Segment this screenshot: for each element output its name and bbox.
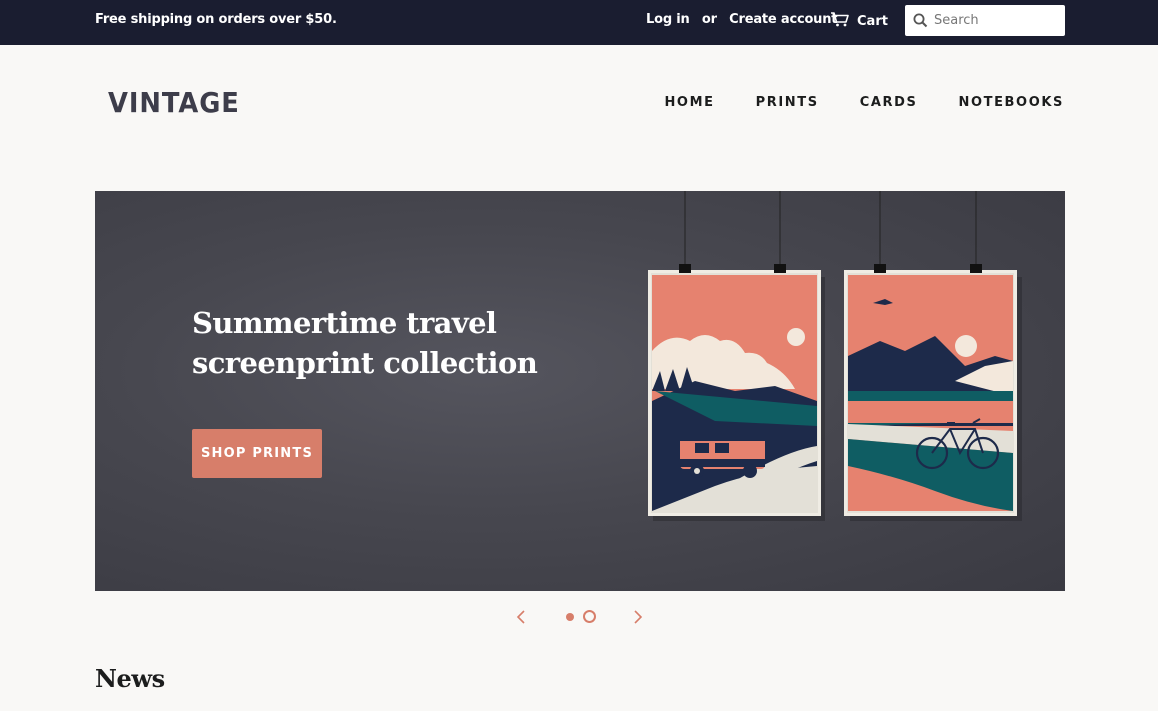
chevron-right-icon[interactable]	[631, 608, 645, 630]
search-input[interactable]	[934, 10, 1054, 31]
shipping-promo: Free shipping on orders over $50.	[95, 12, 337, 27]
hero-slide: Summertime travel screenprint collection…	[95, 191, 1065, 591]
slide-dot-1[interactable]	[566, 613, 574, 621]
search-icon[interactable]	[913, 13, 928, 28]
nav-prints[interactable]: PRINTS	[756, 95, 819, 110]
hero-headline: Summertime travel screenprint collection	[192, 306, 538, 380]
chevron-left-icon[interactable]	[514, 608, 528, 630]
main-nav: HOME PRINTS CARDS NOTEBOOKS	[664, 95, 1064, 110]
slide-dot-2[interactable]	[583, 610, 596, 623]
hanging-posters-image	[648, 191, 1022, 521]
cart-link[interactable]: Cart	[830, 11, 888, 31]
news-heading: News	[95, 664, 165, 693]
nav-cards[interactable]: CARDS	[860, 95, 918, 110]
site-logo[interactable]: VINTAGE	[108, 86, 240, 119]
slideshow-controls	[0, 605, 1158, 629]
account-links: Log in or Create account	[646, 12, 845, 27]
shop-prints-button[interactable]: SHOP PRINTS	[192, 429, 322, 478]
nav-home[interactable]: HOME	[664, 95, 714, 110]
create-account-link[interactable]: Create account	[729, 12, 837, 27]
announcement-bar: Free shipping on orders over $50. Log in…	[0, 0, 1158, 45]
login-link[interactable]: Log in	[646, 12, 690, 27]
nav-notebooks[interactable]: NOTEBOOKS	[958, 95, 1064, 110]
cart-icon	[830, 11, 850, 31]
search-box	[905, 5, 1065, 36]
or-text: or	[701, 12, 717, 27]
cart-label: Cart	[857, 13, 888, 29]
